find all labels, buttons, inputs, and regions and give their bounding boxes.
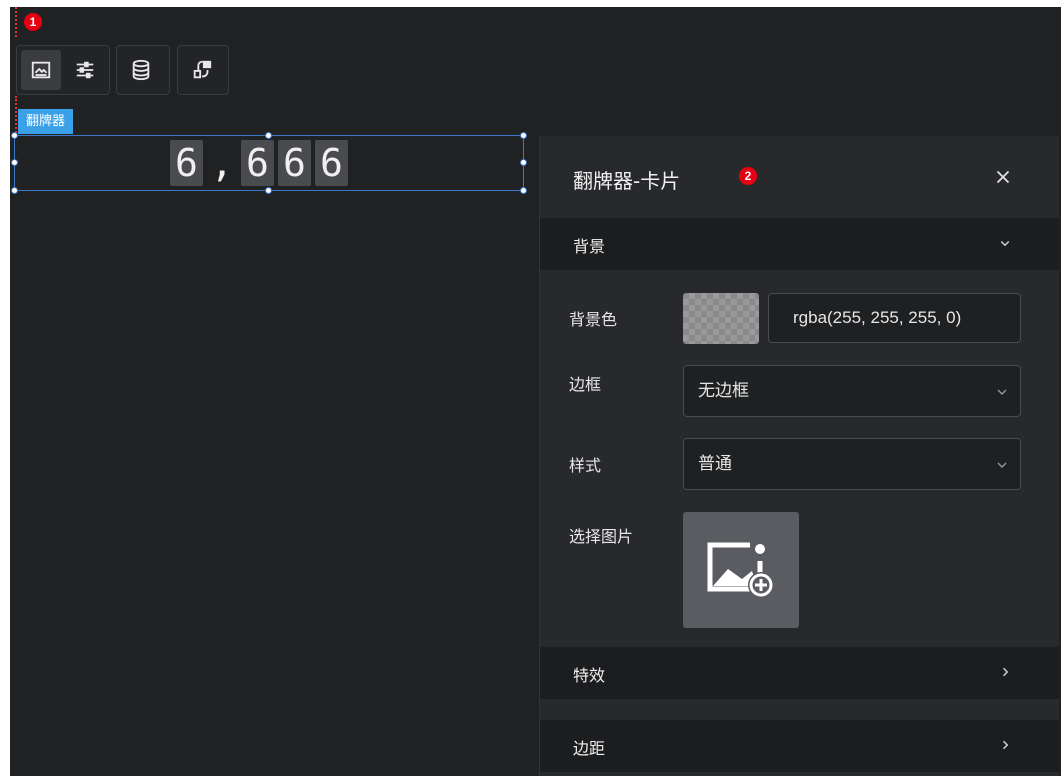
bg-color-input[interactable]: rgba(255, 255, 255, 0) xyxy=(768,293,1021,343)
border-select-value: 无边框 xyxy=(698,381,749,401)
resize-handle[interactable] xyxy=(265,187,272,194)
flip-digit: 6 xyxy=(278,140,311,186)
flip-digit: 6 xyxy=(170,140,203,186)
resize-handle[interactable] xyxy=(265,132,272,139)
panel-header: 翻牌器-卡片 2 xyxy=(540,136,1059,218)
border-select[interactable]: 无边框 xyxy=(683,365,1021,417)
resize-handle[interactable] xyxy=(11,132,18,139)
property-panel: 翻牌器-卡片 2 背景 背景色 rgba(255, 255, 255, 0) 边… xyxy=(539,136,1059,776)
sliders-icon[interactable] xyxy=(65,50,105,90)
section-background[interactable]: 背景 xyxy=(540,218,1059,270)
chevron-down-icon xyxy=(997,389,1007,395)
flip-digit: 6 xyxy=(315,140,348,186)
database-icon[interactable] xyxy=(121,50,161,90)
add-image-icon xyxy=(707,541,774,598)
resize-handle[interactable] xyxy=(520,159,527,166)
section-margin[interactable]: 边距 xyxy=(540,720,1059,772)
close-icon[interactable] xyxy=(992,166,1014,188)
flip-digits: 6 , 6 6 6 xyxy=(170,140,348,186)
toolbar-group-data xyxy=(116,45,170,95)
component-label: 翻牌器 xyxy=(18,109,74,134)
step-badge-2: 2 xyxy=(739,167,757,185)
style-select[interactable]: 普通 xyxy=(683,438,1021,490)
section-label: 背景 xyxy=(573,237,606,256)
link-icon[interactable] xyxy=(182,50,222,90)
guide-line xyxy=(15,96,17,136)
section-label: 特效 xyxy=(573,666,606,685)
toolbar-group-interaction xyxy=(177,45,229,95)
resize-handle[interactable] xyxy=(11,159,18,166)
border-label: 边框 xyxy=(569,375,602,394)
style-label: 样式 xyxy=(569,456,602,475)
chevron-right-icon xyxy=(1002,667,1009,677)
section-label: 边距 xyxy=(573,739,606,758)
guide-line xyxy=(15,7,17,37)
resize-handle[interactable] xyxy=(520,187,527,194)
resize-handle[interactable] xyxy=(520,132,527,139)
bg-color-label: 背景色 xyxy=(569,310,618,329)
style-select-value: 普通 xyxy=(698,454,732,474)
chevron-down-icon xyxy=(1000,240,1010,247)
thousands-separator: , xyxy=(210,141,234,185)
image-label: 选择图片 xyxy=(569,527,634,546)
toolbar-group-style xyxy=(16,45,110,95)
flip-digit: 6 xyxy=(241,140,274,186)
chevron-down-icon xyxy=(997,462,1007,468)
resize-handle[interactable] xyxy=(11,187,18,194)
image-upload-button[interactable] xyxy=(683,512,799,628)
image-icon[interactable] xyxy=(21,50,61,90)
chevron-right-icon xyxy=(1002,740,1009,750)
color-picker-swatch[interactable] xyxy=(683,293,759,344)
panel-title: 翻牌器-卡片 xyxy=(573,169,681,193)
step-badge-1: 1 xyxy=(24,13,42,31)
section-effects[interactable]: 特效 xyxy=(540,647,1059,699)
